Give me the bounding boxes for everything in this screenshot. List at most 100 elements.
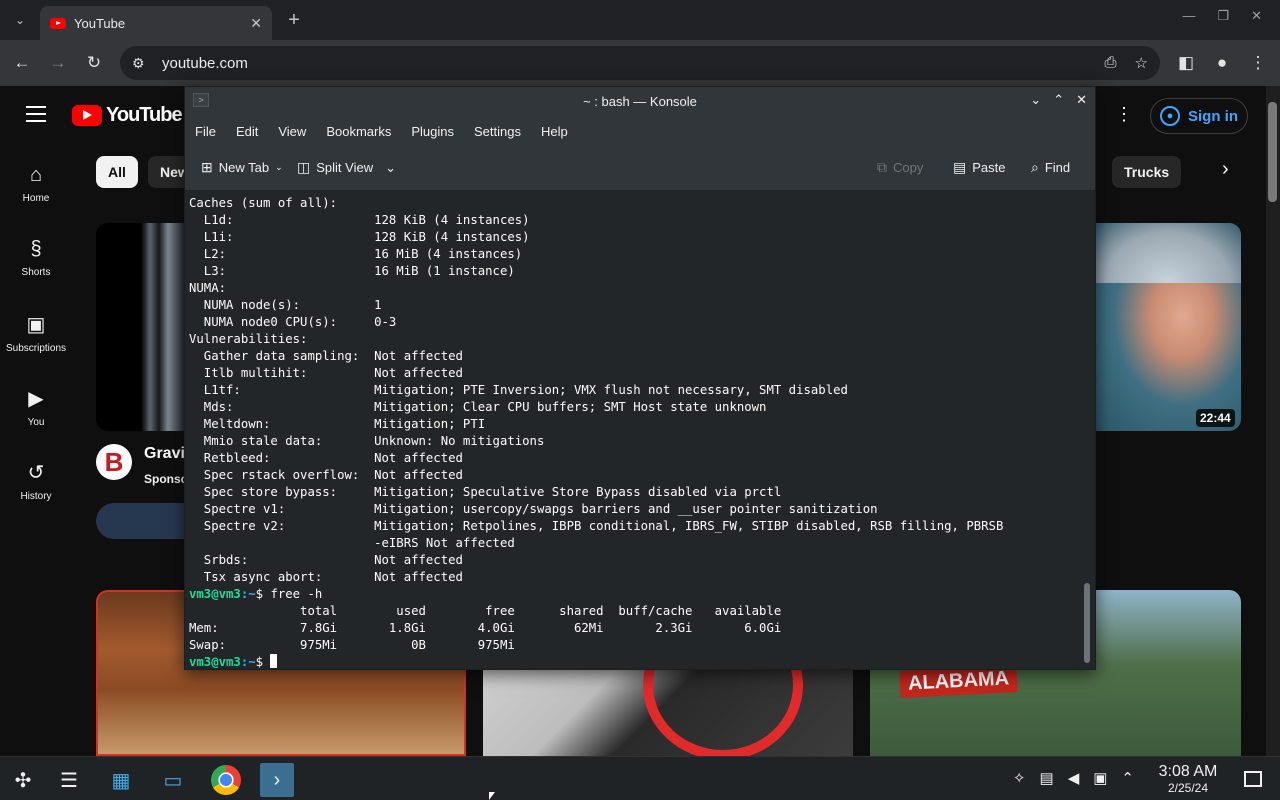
profile-icon[interactable]: ● [1208,50,1236,76]
chip-trucks[interactable]: Trucks [1112,156,1182,188]
text-cursor [270,654,278,668]
bookmark-star-icon[interactable]: ☆ [1135,54,1148,72]
clock-date: 2/25/24 [1167,781,1209,795]
chevron-down-icon: ⌄ [385,159,396,175]
tab-close-icon[interactable]: ✕ [250,15,262,32]
close-icon[interactable]: ✕ [1076,92,1087,108]
sponsor-cta-button[interactable] [96,503,186,539]
youtube-logo[interactable]: YouTube [72,104,183,127]
free-output-line: Mem: 7.8Gi 1.8Gi 4.0Gi 62Mi 2.3Gi 6.0Gi [189,621,782,635]
window-title: ~ : bash — Konsole [583,93,697,109]
konsole-taskbar-icon[interactable]: › [260,763,294,797]
split-view-button[interactable]: ◫ Split View ⌄ [297,159,396,176]
browser-tab-youtube[interactable]: YouTube ✕ [40,6,272,40]
terminal-scrollbar-thumb[interactable] [1084,583,1090,663]
split-view-icon: ◫ [297,159,311,175]
terminal-line: Spec store bypass: Mitigation; Speculati… [189,485,782,499]
you-library-icon: ▶ [28,388,44,410]
new-tab-button[interactable]: + [282,8,306,32]
terminal-line: Gather data sampling: Not affected [189,349,463,363]
forward-button[interactable]: → [44,50,72,76]
terminal-line: Mds: Mitigation; Clear CPU buffers; SMT … [189,400,767,414]
menu-edit[interactable]: Edit [236,124,258,139]
app-launcher-icon[interactable]: ✣ [6,763,40,797]
video-duration-badge: 22:44 [1196,409,1235,427]
paste-button[interactable]: ▤ Paste [953,159,1005,176]
menu-plugins[interactable]: Plugins [411,124,454,139]
thumbnail-image-detail [1094,223,1241,283]
new-tab-icon: ⊞ [201,159,213,175]
new-tab-button[interactable]: ⊞ New Tab ⌄ [201,159,283,176]
minimize-icon[interactable]: ⌄ [1030,92,1041,108]
terminal-app-icon: > [193,93,209,107]
tray-expand-icon[interactable]: ⌃ [1121,769,1134,787]
free-output-line: Swap: 975Mi 0B 975Mi [189,638,515,652]
konsole-toolbar: ⊞ New Tab ⌄ ◫ Split View ⌄ ⧉ Copy ▤ Past… [185,147,1095,191]
menu-icon[interactable] [26,106,46,127]
nav-shorts[interactable]: § Shorts [0,238,72,278]
chrome-icon[interactable] [211,765,241,795]
minimize-icon[interactable]: — [1182,8,1195,24]
konsole-window: > ~ : bash — Konsole ⌄ ⌃ ✕ File Edit Vie… [184,86,1096,670]
close-window-icon[interactable]: ✕ [1251,8,1262,24]
sign-in-button[interactable]: ● Sign in [1150,98,1248,134]
system-settings-icon[interactable]: ☰ [52,763,86,797]
terminal-line: L1i: 128 KiB (4 instances) [189,230,530,244]
browser-window-controls: — ❐ ✕ [1182,8,1262,24]
terminal-line: NUMA node(s): 1 [189,298,382,312]
copy-button[interactable]: ⧉ Copy [877,159,923,176]
find-button[interactable]: ⌕ Find [1031,159,1070,176]
sponsor-avatar[interactable]: B [96,444,132,480]
terminal-line: Srbds: Not affected [189,553,463,567]
video-thumbnail-right[interactable] [1094,223,1241,431]
back-button[interactable]: ← [8,50,36,76]
nav-subscriptions[interactable]: ▣ Subscriptions [0,312,72,354]
menu-bookmarks[interactable]: Bookmarks [326,124,391,139]
menu-view[interactable]: View [278,124,306,139]
nav-you[interactable]: ▶ You [0,386,72,428]
maximize-icon[interactable]: ⌃ [1053,92,1064,108]
menu-settings[interactable]: Settings [474,124,521,139]
terminal-line: NUMA: [189,281,227,295]
file-manager-icon[interactable]: ▭ [156,763,190,797]
site-info-icon[interactable]: ⚙ [132,55,156,72]
terminal-line: Retbleed: Not affected [189,451,463,465]
subscriptions-icon: ▣ [26,314,46,336]
terminal-line: L3: 16 MiB (1 instance) [189,264,515,278]
settings-menu-icon[interactable]: ⋮ [1115,104,1133,125]
install-app-icon[interactable]: ⎙ [1105,54,1117,72]
browser-menu-icon[interactable]: ⋮ [1244,50,1272,76]
nav-home[interactable]: ⌂ Home [0,164,72,204]
menu-file[interactable]: File [195,124,216,139]
side-panel-icon[interactable]: ◧ [1172,50,1200,76]
network-icon[interactable]: ▣ [1093,769,1107,787]
nav-history[interactable]: ↺ History [0,460,72,502]
chip-all[interactable]: All [96,156,138,188]
chevron-down-icon: ⌄ [275,162,283,172]
terminal-line: Caches (sum of all): [189,196,338,210]
prompt-line-active: vm3@vm3:~$ [189,654,1077,669]
youtube-play-logo-icon [72,105,102,126]
show-desktop-icon[interactable] [1244,771,1262,787]
menu-help[interactable]: Help [541,124,568,139]
bluetooth-icon[interactable]: ✧ [1013,769,1026,787]
video-thumbnail-sponsored[interactable] [96,223,186,431]
terminal-line: L1d: 128 KiB (4 instances) [189,213,530,227]
terminal-line: L1tf: Mitigation; PTE Inversion; VMX flu… [189,383,848,397]
terminal-line: Meltdown: Mitigation; PTI [189,417,486,431]
page-scrollbar-thumb[interactable] [1268,102,1277,202]
url-text[interactable]: youtube.com [162,55,1105,72]
konsole-titlebar[interactable]: > ~ : bash — Konsole ⌄ ⌃ ✕ [185,87,1095,115]
clock[interactable]: 3:08 AM 2/25/24 [1150,763,1226,795]
terminal-line: Vulnerabilities: [189,332,308,346]
terminal-output[interactable]: Caches (sum of all): L1d: 128 KiB (4 ins… [185,191,1081,669]
restore-icon[interactable]: ❐ [1217,8,1229,24]
clipboard-icon[interactable]: ▤ [1040,769,1054,787]
tab-search-dropdown-icon[interactable]: ⌄ [8,8,32,32]
address-bar[interactable]: ⚙ youtube.com ⎙ ☆ [120,46,1160,80]
discover-store-icon[interactable]: ▦ [104,763,138,797]
volume-muted-icon[interactable]: ◀ [1068,769,1080,787]
reload-button[interactable]: ↻ [80,50,108,76]
account-icon: ● [1160,106,1180,126]
chips-next-icon[interactable]: › [1222,158,1229,181]
